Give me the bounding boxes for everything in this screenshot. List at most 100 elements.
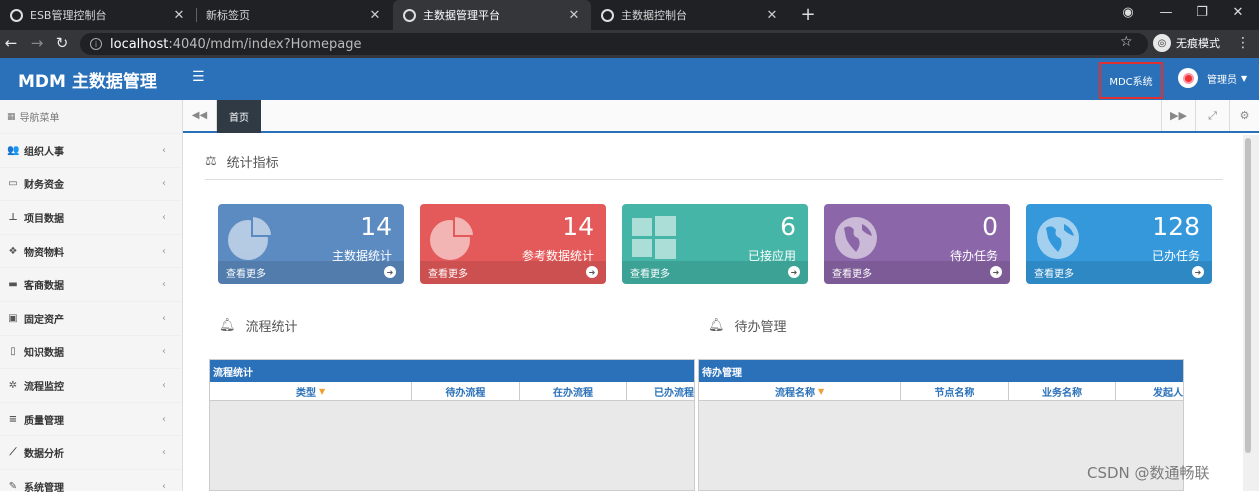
view-more-link[interactable]: 查看更多 ➜	[1026, 261, 1212, 284]
bell-icon: 🔔︎	[219, 318, 236, 333]
sidebar-item-fixed-assets[interactable]: ▣ 固定资产 ‹	[0, 300, 182, 335]
settings-icon[interactable]: ⚙	[1229, 100, 1259, 131]
divider	[205, 179, 1223, 180]
chevron-left-icon: ‹	[162, 279, 166, 291]
column-header[interactable]: 在办流程	[520, 382, 628, 400]
view-more-link[interactable]: 查看更多 ➜	[824, 261, 1010, 284]
stat-card-connected-apps[interactable]: 6 已接应用 查看更多 ➜	[622, 204, 808, 284]
sidebar-item-project[interactable]: ⊥ 项目数据 ‹	[0, 200, 182, 234]
stat-value: 0	[982, 212, 998, 241]
sidebar-item-label: 知识数据	[24, 348, 64, 360]
sitemap-icon: ⊥	[8, 211, 18, 223]
sidebar-item-process-monitor[interactable]: ✲ 流程监控 ‹	[0, 368, 182, 402]
grid-icon: ▦	[7, 111, 16, 122]
stat-value: 14	[360, 212, 392, 241]
arrow-right-icon: ➜	[586, 266, 598, 278]
chevron-left-icon: ‹	[162, 379, 166, 391]
column-label: 业务名称	[1042, 387, 1082, 399]
incognito-label: 无痕模式	[1176, 37, 1220, 50]
close-icon[interactable]: ✕	[765, 8, 779, 23]
close-icon[interactable]: ✕	[368, 8, 382, 23]
arrow-right-icon: ➜	[788, 266, 800, 278]
sidebar-item-label: 质量管理	[24, 415, 64, 427]
column-header[interactable]: 待办流程	[412, 382, 520, 400]
list-icon: ≡	[8, 413, 18, 425]
tab-home[interactable]: 首页	[217, 100, 261, 133]
sidebar-item-quality[interactable]: ≡ 质量管理 ‹	[0, 401, 182, 436]
menu-toggle-icon[interactable]: ☰	[192, 69, 205, 85]
view-more-link[interactable]: 查看更多 ➜	[622, 261, 808, 284]
minimize-icon[interactable]: —	[1156, 5, 1176, 20]
sidebar-item-materials[interactable]: ❖ 物资物料 ‹	[0, 233, 182, 268]
mdc-system-button[interactable]: MDC系统	[1099, 62, 1163, 99]
browser-tab[interactable]: ESB管理控制台 ✕	[0, 0, 196, 30]
close-icon[interactable]: ✕	[172, 8, 186, 23]
column-header[interactable]: 流程名称 ▼	[699, 382, 902, 400]
view-more-link[interactable]: 查看更多 ➜	[420, 261, 606, 284]
column-label: 类型	[296, 387, 316, 399]
sidebar-item-label: 流程监控	[24, 381, 64, 393]
fullscreen-icon[interactable]: ⤢	[1195, 100, 1229, 131]
cubes-icon: ❖	[8, 245, 18, 257]
sidebar: ▦ 导航菜单 👥 组织人事 ‹ ▭ 财务资金 ‹ ⊥ 项目数据 ‹ ❖ 物资物料 ‹ ▬ 客商数据…	[0, 100, 183, 494]
browser-tab[interactable]: 主数据控制台 ✕	[591, 0, 789, 30]
todo-title: 待办管理	[734, 320, 787, 335]
info-icon[interactable]: i	[90, 38, 102, 50]
user-name: 管理员	[1207, 74, 1237, 86]
user-menu[interactable]: 管理员 ▼	[1178, 68, 1247, 88]
scroll-tabs-right-icon[interactable]: ▶▶	[1161, 100, 1195, 131]
browser-tab-bar: ESB管理控制台 ✕ 新标签页 ✕ 主数据管理平台 ✕ 主数据控制台 ✕ + ◉…	[0, 0, 1259, 30]
view-more-label: 查看更多	[1034, 269, 1074, 280]
incognito-indicator[interactable]: ◎ 无痕模式	[1153, 34, 1220, 52]
credit-card-icon: ▭	[8, 178, 18, 190]
sidebar-header: ▦ 导航菜单	[0, 100, 182, 133]
stat-card-master-data[interactable]: 14 主数据统计 查看更多 ➜	[218, 204, 404, 284]
column-header[interactable]: 发起人	[1116, 382, 1183, 400]
sidebar-item-org-personnel[interactable]: 👥 组织人事 ‹	[0, 133, 182, 167]
sort-icon[interactable]: ▼	[818, 387, 824, 396]
sidebar-item-system[interactable]: ✎ 系统管理 ‹	[0, 468, 182, 503]
tab-search-icon[interactable]: ◉	[1118, 5, 1138, 20]
sidebar-item-analysis[interactable]: ⟋ 数据分析 ‹	[0, 435, 182, 469]
chevron-left-icon: ‹	[162, 346, 166, 358]
content-tab-bar: ◀◀ 首页 ▶▶ ⤢ ⚙	[183, 100, 1259, 133]
forward-icon[interactable]: →	[28, 34, 46, 52]
sidebar-item-merchants[interactable]: ▬ 客商数据 ‹	[0, 267, 182, 301]
close-icon[interactable]: ✕	[567, 8, 581, 23]
close-window-icon[interactable]: ✕	[1228, 5, 1248, 20]
sidebar-item-knowledge[interactable]: ▯ 知识数据 ‹	[0, 334, 182, 369]
sort-icon[interactable]: ▼	[319, 387, 325, 396]
view-more-label: 查看更多	[428, 269, 468, 280]
stat-card-pending-tasks[interactable]: 0 待办任务 查看更多 ➜	[824, 204, 1010, 284]
stat-card-reference-data[interactable]: 14 参考数据统计 查看更多 ➜	[420, 204, 606, 284]
stat-card-done-tasks[interactable]: 128 已办任务 查看更多 ➜	[1026, 204, 1212, 284]
bookmark-star-icon[interactable]: ☆	[1120, 34, 1133, 50]
sidebar-item-finance[interactable]: ▭ 财务资金 ‹	[0, 166, 182, 201]
column-header[interactable]: 类型 ▼	[210, 382, 413, 400]
arrow-right-icon: ➜	[990, 266, 1002, 278]
browser-tab-active[interactable]: 主数据管理平台 ✕	[393, 0, 591, 30]
column-header[interactable]: 业务名称	[1009, 382, 1117, 400]
stats-section-header: ⚖ 统计指标	[205, 152, 279, 171]
reload-icon[interactable]: ↻	[53, 34, 71, 52]
browser-tab[interactable]: 新标签页 ✕	[196, 0, 392, 30]
new-tab-icon[interactable]: +	[798, 4, 818, 25]
url-input[interactable]: i localhost:4040/mdm/index?Homepage	[80, 33, 1148, 55]
back-icon[interactable]: ←	[2, 34, 20, 52]
globe-icon	[10, 8, 23, 22]
grid-header-row: 类型 ▼ 待办流程 在办流程 已办流程	[210, 382, 694, 401]
chevron-left-icon: ‹	[162, 245, 166, 257]
scrollbar-thumb[interactable]	[1245, 138, 1251, 453]
app-logo[interactable]: MDM 主数据管理	[0, 58, 182, 100]
stats-title: 统计指标	[226, 156, 279, 171]
sidebar-item-label: 系统管理	[24, 482, 64, 494]
column-header[interactable]: 节点名称	[901, 382, 1009, 400]
column-label: 待办流程	[445, 387, 486, 399]
column-header[interactable]: 已办流程	[627, 382, 694, 400]
restore-icon[interactable]: ❐	[1192, 5, 1212, 20]
sidebar-item-label: 固定资产	[24, 314, 64, 326]
bell-icon: 🔔︎	[708, 318, 725, 333]
browser-menu-icon[interactable]: ⋮	[1236, 35, 1250, 51]
view-more-link[interactable]: 查看更多 ➜	[218, 261, 404, 284]
scroll-tabs-left-icon[interactable]: ◀◀	[183, 100, 217, 131]
